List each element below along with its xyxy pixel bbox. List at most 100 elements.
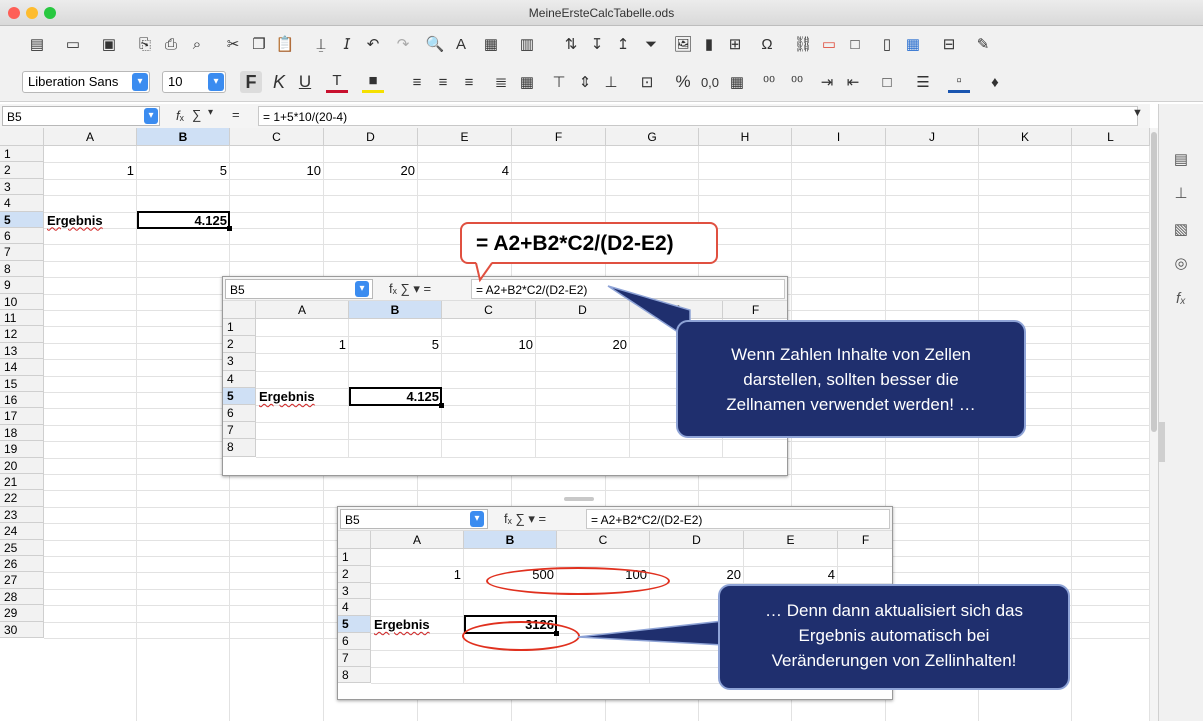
column-header[interactable]: I <box>792 128 886 146</box>
align-left-icon[interactable]: ≡ <box>406 71 428 93</box>
print-preview-icon[interactable]: ⌕ <box>186 33 208 55</box>
corner-select-all[interactable] <box>0 128 44 146</box>
cell-a5[interactable]: Ergebnis <box>47 213 134 228</box>
headers-footers-icon[interactable]: □ <box>844 33 866 55</box>
cell-e2[interactable]: 4 <box>421 163 509 178</box>
cut-icon[interactable]: ✂ <box>222 33 244 55</box>
row-header[interactable]: 20 <box>0 457 44 474</box>
formula-input[interactable]: = 1+5*10/(20-4) <box>258 106 1138 126</box>
paste-icon[interactable]: 📋 <box>274 33 296 55</box>
name-box[interactable]: B5 ▾ <box>2 106 160 126</box>
hyperlink-icon[interactable]: ⛓ <box>792 33 814 55</box>
export-icon[interactable]: ⎘ <box>134 33 156 55</box>
row-header[interactable]: 12 <box>0 326 44 343</box>
row-header[interactable]: 23 <box>0 506 44 524</box>
align-center-icon[interactable]: ≡ <box>432 71 454 93</box>
copy-icon[interactable]: ❐ <box>248 33 270 55</box>
underline-button[interactable]: U <box>294 71 316 93</box>
row-header[interactable]: 29 <box>0 605 44 622</box>
styles-icon[interactable]: ⊥ <box>1169 184 1193 206</box>
border-style-icon[interactable]: ☰ <box>912 71 934 93</box>
navigator-icon[interactable]: ◎ <box>1169 254 1193 276</box>
row-header[interactable]: 16 <box>0 392 44 409</box>
column-header[interactable]: E <box>418 128 512 146</box>
fill-handle[interactable] <box>227 226 232 231</box>
merge-cells-icon[interactable]: ▦ <box>516 71 538 93</box>
insert-image-icon[interactable]: 🖼 <box>672 33 694 55</box>
expand-formula-bar-icon[interactable]: ▼ <box>1132 107 1143 119</box>
center-vertically-icon[interactable]: ⇕ <box>574 71 596 93</box>
sort-descending-icon[interactable]: ↥ <box>612 33 634 55</box>
row-header[interactable]: 5 <box>0 211 44 228</box>
date-format-icon[interactable]: ▦ <box>726 71 748 93</box>
cell-b5[interactable]: 4.125 <box>140 213 227 228</box>
number-format-button[interactable]: 0,0 <box>696 71 724 93</box>
freeze-rows-icon[interactable]: ▦ <box>902 33 924 55</box>
vertical-scrollbar[interactable] <box>1150 128 1158 721</box>
font-size-select[interactable]: 10 ▾ <box>162 71 226 93</box>
borders-icon[interactable]: □ <box>876 71 898 93</box>
row-header[interactable]: 27 <box>0 572 44 589</box>
split-window-icon[interactable]: ⊟ <box>938 33 960 55</box>
autofilter-icon[interactable]: ⏷ <box>640 33 662 55</box>
draw-functions-icon[interactable]: ✎ <box>972 33 994 55</box>
row-header[interactable]: 3 <box>0 178 44 196</box>
print-icon[interactable]: ⎙ <box>160 33 182 55</box>
font-color-icon[interactable]: T <box>326 71 348 93</box>
highlight-color-icon[interactable]: ■ <box>362 71 384 93</box>
row-header[interactable]: 6 <box>0 228 44 245</box>
align-top-icon[interactable]: ⊤ <box>548 71 570 93</box>
open-folder-icon[interactable]: ▭ <box>62 33 84 55</box>
redo-icon[interactable]: ↷ <box>392 33 414 55</box>
row-header[interactable]: 8 <box>0 260 44 278</box>
functions-icon[interactable]: fₓ <box>1169 290 1193 312</box>
increase-indent-icon[interactable]: ⇥ <box>816 71 838 93</box>
chevron-down-icon[interactable]: ▾ <box>208 107 213 118</box>
border-color-icon[interactable]: ▫ <box>948 71 970 93</box>
row-header[interactable]: 17 <box>0 408 44 425</box>
row-header[interactable]: 10 <box>0 293 44 310</box>
row-header[interactable]: 7 <box>0 244 44 261</box>
column-header[interactable]: A <box>44 128 137 146</box>
column-icon[interactable]: ▥ <box>516 33 538 55</box>
row-header[interactable]: 2 <box>0 162 44 179</box>
column-header[interactable]: J <box>886 128 979 146</box>
clone-formatting-icon[interactable]: ⍊ <box>310 33 332 55</box>
sort-ascending-icon[interactable]: ↧ <box>586 33 608 55</box>
insert-chart-icon[interactable]: ▮ <box>698 33 720 55</box>
save-icon[interactable]: ▣ <box>98 33 120 55</box>
column-header[interactable]: K <box>979 128 1072 146</box>
pivot-table-icon[interactable]: ⊞ <box>724 33 746 55</box>
column-header[interactable]: B <box>137 128 230 146</box>
row-header[interactable]: 15 <box>0 375 44 392</box>
sidebar-collapse-handle[interactable] <box>1159 422 1165 462</box>
row-header[interactable]: 21 <box>0 474 44 491</box>
align-right-icon[interactable]: ≡ <box>458 71 480 93</box>
scrollbar-thumb[interactable] <box>1151 132 1157 432</box>
gallery-icon[interactable]: ▧ <box>1169 220 1193 242</box>
row-header[interactable]: 13 <box>0 342 44 360</box>
column-header[interactable]: H <box>699 128 792 146</box>
sort-icon[interactable]: ⇅ <box>560 33 582 55</box>
currency-format-icon[interactable]: ⊡ <box>636 71 658 93</box>
cell-a2[interactable]: 1 <box>47 163 134 178</box>
row-header[interactable]: 26 <box>0 556 44 573</box>
row-header[interactable]: 30 <box>0 621 44 638</box>
add-decimal-icon[interactable]: ⁰⁰ <box>758 71 780 93</box>
find-replace-icon[interactable]: 🔍 <box>424 33 446 55</box>
row-header[interactable]: 25 <box>0 539 44 556</box>
column-header[interactable]: D <box>324 128 418 146</box>
decrease-indent-icon[interactable]: ⇤ <box>842 71 864 93</box>
cell-b2[interactable]: 5 <box>140 163 227 178</box>
column-header[interactable]: L <box>1072 128 1150 146</box>
undo-icon[interactable]: ↶ <box>362 33 384 55</box>
font-name-select[interactable]: Liberation Sans ▾ <box>22 71 150 93</box>
row-header[interactable]: 14 <box>0 359 44 376</box>
function-wizard-icon[interactable]: fₓ <box>176 108 184 123</box>
spelling-icon[interactable]: A <box>450 33 472 55</box>
column-header[interactable]: F <box>512 128 606 146</box>
row-header[interactable]: 28 <box>0 588 44 606</box>
special-character-icon[interactable]: Ω <box>756 33 778 55</box>
row-header[interactable]: 24 <box>0 523 44 540</box>
define-print-area-icon[interactable]: ▯ <box>876 33 898 55</box>
